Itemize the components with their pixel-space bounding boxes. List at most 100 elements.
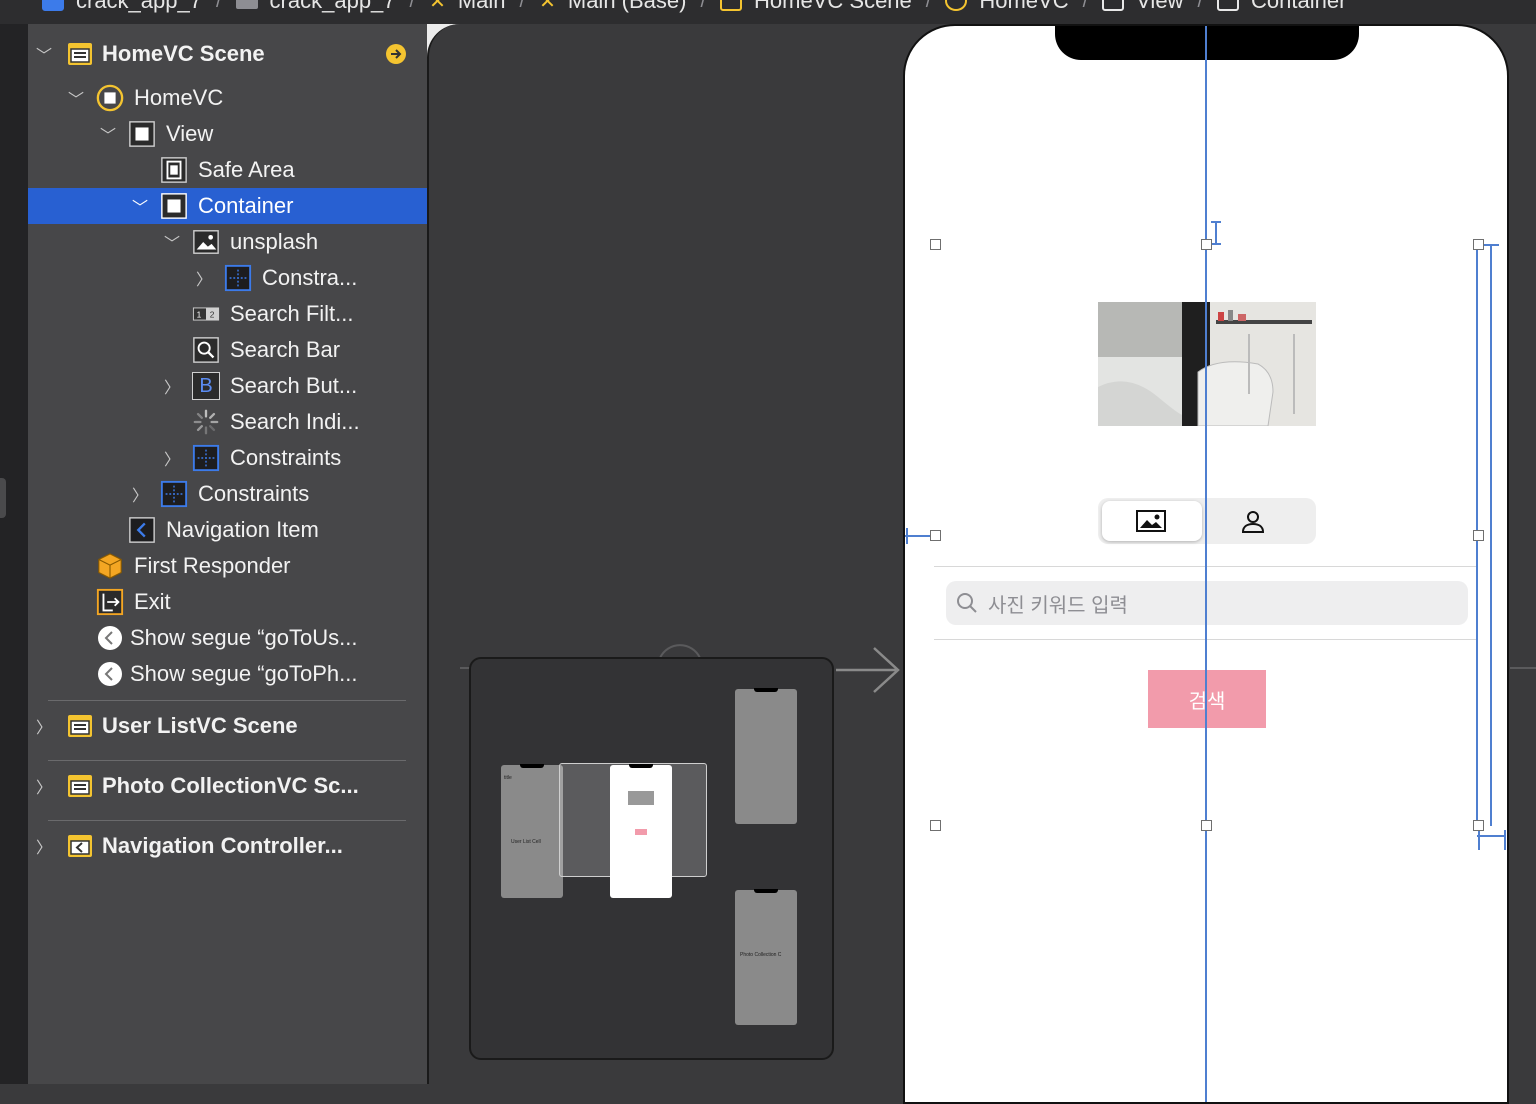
minimap-scene-home[interactable] [610,764,672,898]
minimap-scene-userlist[interactable] [735,688,797,824]
chevron-right-icon[interactable]: 〉 [34,716,54,737]
jumpbar-item-folder[interactable]: crack_app_7 [235,0,396,14]
segue-arrow-icon[interactable] [836,642,902,698]
chevron-right-icon[interactable]: 〉 [130,484,150,505]
jumpbar-item-main[interactable]: ✕ Main [429,0,505,14]
button-icon: B [192,372,220,400]
view-icon [160,192,188,220]
outline-row-photo-scene[interactable]: 〉 Photo CollectionVC Sc... [28,768,427,804]
chevron-right-icon[interactable]: 〉 [34,836,54,857]
outline-row-container[interactable]: ﹀ Container [28,188,427,224]
view-controller-icon [945,0,968,11]
document-outline: ﹀ HomeVC Scene ﹀ HomeVC ﹀ View Safe Area… [28,24,427,1084]
chevron-separator-icon: / [700,0,707,12]
chevron-right-icon[interactable]: 〉 [194,268,214,289]
jumpbar-item-scene[interactable]: HomeVC Scene [720,0,912,14]
outline-label: Show segue “goToUs... [130,625,358,650]
outline-label: Safe Area [198,157,295,182]
resize-handle[interactable] [930,820,941,831]
divider [48,700,406,701]
chevron-down-icon[interactable]: ﹀ [130,196,150,217]
navigation-controller-icon [66,832,94,860]
outline-label: User ListVC Scene [102,713,298,738]
chevron-right-icon[interactable]: 〉 [162,376,182,397]
search-icon [192,336,220,364]
device-frame[interactable]: 사진 키워드 입력 검색 [903,24,1509,1104]
resize-handle[interactable] [1201,820,1212,831]
outline-row-safe-area[interactable]: Safe Area [28,152,427,188]
outline-label: Search Indi... [230,409,360,434]
jump-bar: crack_app_7 / crack_app_7 / ✕ Main / ✕ Mai… [0,0,1536,24]
resize-handle[interactable] [930,530,941,541]
outline-label: Search But... [230,373,358,398]
outline-label: View [166,121,214,146]
chevron-separator-icon: / [409,0,416,12]
outline-label: HomeVC [134,85,224,110]
outline-row-userlist-scene[interactable]: 〉 User ListVC Scene [28,708,427,744]
chevron-down-icon[interactable]: ﹀ [98,124,118,145]
view-icon [128,120,156,148]
constraints-icon [224,264,252,292]
outline-row-view[interactable]: ﹀ View [28,116,427,152]
chevron-down-icon[interactable]: ﹀ [162,232,182,253]
outline-label: HomeVC Scene [102,41,265,66]
segue-icon [96,624,124,652]
outline-row-homevc[interactable]: ﹀ HomeVC [28,80,427,116]
minimap-scene-nav[interactable]: title User List Cell [501,764,563,898]
constraints-icon [160,480,188,508]
outline-label: Search Bar [230,337,341,362]
chevron-down-icon[interactable]: ﹀ [66,88,86,109]
jumpbar-item-homevc[interactable]: HomeVC [945,0,1069,14]
outline-label: Show segue “goToPh... [130,661,358,686]
chevron-separator-icon: / [519,0,526,12]
outline-label: Constraints [198,481,310,506]
chevron-down-icon[interactable]: ﹀ [34,44,54,65]
outline-row-constraints-container[interactable]: 〉 Constraints [28,440,427,476]
outline-label: Search Filt... [230,301,354,326]
outline-label: Navigation Controller... [102,833,343,858]
outline-row-constraints-view[interactable]: 〉 Constraints [28,476,427,512]
chevron-separator-icon: / [1082,0,1089,12]
svg-text:1: 1 [197,310,202,320]
chevron-separator-icon: / [1197,0,1204,12]
jumpbar-item-main-base[interactable]: ✕ Main (Base) [539,0,686,14]
outline-row-search-filter[interactable]: 12 Search Filt... [28,296,427,332]
resize-handle[interactable] [930,239,941,250]
outline-row-constraints-inner[interactable]: 〉 Constra... [28,260,427,296]
chevron-right-icon[interactable]: 〉 [34,776,54,797]
storyboard-icon: ✕ [429,0,446,13]
outline-row-navigation-item[interactable]: Navigation Item [28,512,427,548]
safe-area-icon [160,156,188,184]
outline-label: First Responder [134,553,291,578]
outline-row-segue-photos[interactable]: Show segue “goToPh... [28,656,427,692]
jumpbar-item-view[interactable]: View [1102,0,1183,14]
outline-row-exit[interactable]: Exit [28,584,427,620]
outline-row-nav-scene[interactable]: 〉 Navigation Controller... [28,828,427,864]
outline-row-first-responder[interactable]: First Responder [28,548,427,584]
resize-handle[interactable] [1201,239,1212,250]
view-controller-icon [96,84,124,112]
jumpbar-item-container[interactable]: Container [1217,0,1346,14]
outline-row-unsplash[interactable]: ﹀ unsplash [28,224,427,260]
outline-row-search-button[interactable]: 〉 B Search But... [28,368,427,404]
navigation-item-icon [128,516,156,544]
outline-label: Exit [134,589,171,614]
storyboard-minimap[interactable]: title User List Cell Photo Collection C [469,657,834,1060]
outline-row-search-bar[interactable]: Search Bar [28,332,427,368]
resize-handle[interactable] [1473,820,1484,831]
outline-splitter[interactable] [427,24,460,1084]
jumpbar-item-project[interactable]: crack_app_7 [42,0,202,14]
resize-handle[interactable] [1473,239,1484,250]
outline-row-search-indicator[interactable]: Search Indi... [28,404,427,440]
chevron-right-icon[interactable]: 〉 [162,448,182,469]
device-notch [1055,26,1359,60]
outline-label: Container [198,193,294,218]
minimap-scene-photo[interactable]: Photo Collection C [735,889,797,1025]
outline-row-homevc-scene[interactable]: ﹀ HomeVC Scene [28,36,427,72]
exit-arrow-icon[interactable] [382,40,410,68]
outline-row-segue-users[interactable]: Show segue “goToUs... [28,620,427,656]
left-gutter [0,24,28,1084]
resize-handle[interactable] [1473,530,1484,541]
scene-icon [66,772,94,800]
gutter-tab[interactable] [0,478,6,518]
